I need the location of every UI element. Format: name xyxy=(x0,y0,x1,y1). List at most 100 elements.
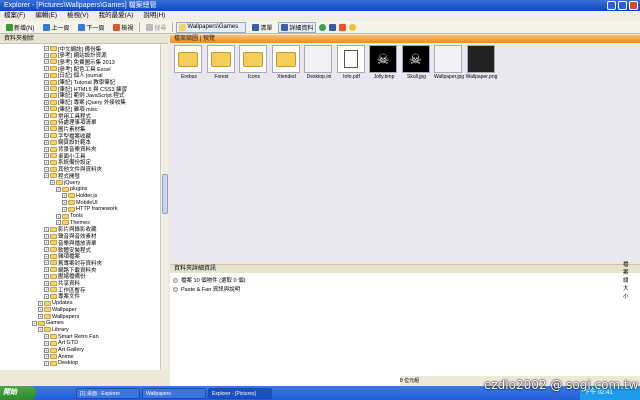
forward-button[interactable]: 下一頁 xyxy=(75,22,107,33)
thumbnail-image xyxy=(271,45,300,73)
menu-view[interactable]: 檢視(V) xyxy=(67,11,89,21)
expand-toggle-icon[interactable]: + xyxy=(44,347,49,353)
expand-toggle-icon[interactable]: + xyxy=(38,314,43,319)
folder-icon xyxy=(44,314,51,319)
expand-toggle-icon[interactable]: + xyxy=(44,340,49,346)
expand-toggle-icon[interactable]: + xyxy=(44,287,49,293)
expand-toggle-icon[interactable]: + xyxy=(44,267,49,273)
expand-toggle-icon[interactable]: + xyxy=(44,273,49,279)
expand-toggle-icon[interactable]: + xyxy=(44,113,49,118)
folder-tree[interactable]: + [中文網誌] 備份集 + [參考] 網站設計資源 + [參考] 免費圖示集 2013 +… xyxy=(0,44,160,370)
folder-icon xyxy=(44,307,51,313)
expand-toggle-icon[interactable]: + xyxy=(44,72,49,78)
expand-toggle-icon[interactable]: + xyxy=(62,193,67,199)
expand-toggle-icon[interactable]: + xyxy=(44,166,49,172)
facebook-icon[interactable] xyxy=(329,23,337,31)
folder-icon xyxy=(44,300,51,306)
expand-toggle-icon[interactable]: + xyxy=(62,200,67,206)
menu-edit[interactable]: 編輯(E) xyxy=(35,11,57,21)
tree-item-label: Library xyxy=(52,326,69,333)
expand-toggle-icon[interactable]: + xyxy=(44,126,49,132)
expand-toggle-icon[interactable]: + xyxy=(50,180,55,185)
search-button[interactable]: 搜尋 xyxy=(143,22,169,33)
expand-toggle-icon[interactable]: + xyxy=(44,133,49,139)
expand-toggle-icon[interactable]: + xyxy=(44,99,49,105)
new-button[interactable]: 新增(N) xyxy=(3,22,37,33)
expand-toggle-icon[interactable]: + xyxy=(44,86,49,92)
status-text: 8 位元組 xyxy=(400,378,420,384)
gear-icon[interactable] xyxy=(339,23,347,31)
thumbnail-item[interactable]: Icons xyxy=(239,45,269,83)
folder-icon xyxy=(50,280,57,286)
expand-toggle-icon[interactable]: + xyxy=(44,153,49,159)
smiley-icon[interactable] xyxy=(349,23,357,31)
thumbnail-image xyxy=(336,45,365,73)
close-button[interactable] xyxy=(629,1,638,10)
expand-toggle-icon[interactable]: + xyxy=(38,327,43,333)
expand-toggle-icon[interactable]: + xyxy=(44,159,49,165)
thumbnail-image xyxy=(239,45,267,73)
details-icon xyxy=(281,23,289,31)
expand-toggle-icon[interactable]: + xyxy=(44,59,49,65)
menu-help[interactable]: 說明(H) xyxy=(143,11,165,21)
expand-toggle-icon[interactable]: + xyxy=(56,213,61,219)
expand-toggle-icon[interactable]: + xyxy=(44,233,49,239)
menu-file[interactable]: 檔案(F) xyxy=(4,11,25,21)
tree-item[interactable]: + Desktop xyxy=(44,360,78,367)
expand-toggle-icon[interactable]: + xyxy=(44,119,49,125)
thumbnail-item[interactable]: ☠ Jolly.bmp xyxy=(369,45,399,83)
expand-toggle-icon[interactable]: + xyxy=(44,260,49,266)
folder-icon xyxy=(50,247,57,252)
expand-toggle-icon[interactable]: + xyxy=(62,206,67,212)
details-view-button[interactable]: 詳細資料 xyxy=(278,21,317,33)
expand-toggle-icon[interactable]: + xyxy=(44,240,49,246)
folder-icon xyxy=(50,226,57,232)
globe-icon[interactable] xyxy=(319,23,327,31)
back-button[interactable]: 上一頁 xyxy=(40,22,72,33)
thumbnail-item[interactable]: Info.pdf xyxy=(336,45,367,83)
expand-toggle-icon[interactable]: + xyxy=(44,46,49,51)
minimize-button[interactable] xyxy=(607,1,616,10)
expand-toggle-icon[interactable]: + xyxy=(44,280,49,286)
bullet-icon xyxy=(173,286,178,292)
taskbar-item[interactable]: Explorer - [Pictures] xyxy=(208,387,272,399)
scroll-thumb[interactable] xyxy=(162,174,168,214)
taskbar-item[interactable]: Wallpapers xyxy=(142,387,206,399)
thumbnail-item[interactable]: Xtended xyxy=(271,45,302,83)
expand-toggle-icon[interactable]: + xyxy=(44,52,49,58)
expand-toggle-icon[interactable]: + xyxy=(44,360,49,366)
expand-toggle-icon[interactable]: + xyxy=(44,139,49,145)
expand-toggle-icon[interactable]: + xyxy=(44,293,49,299)
expand-toggle-icon[interactable]: + xyxy=(44,106,49,112)
taskbar-item[interactable]: [1] 桌面 - Explorer xyxy=(76,387,140,399)
thumbnail-item[interactable]: Wallpaper.png xyxy=(466,45,497,83)
expand-toggle-icon[interactable]: + xyxy=(38,307,43,313)
expand-toggle-icon[interactable]: + xyxy=(44,334,49,340)
expand-toggle-icon[interactable]: + xyxy=(56,186,61,192)
thumbnail-item[interactable]: Erebus xyxy=(174,45,204,83)
expand-toggle-icon[interactable]: + xyxy=(44,247,49,252)
expand-toggle-icon[interactable]: + xyxy=(44,173,49,179)
views-button[interactable]: 檢視 xyxy=(110,22,136,33)
list-view-button[interactable]: 清單 xyxy=(249,22,275,33)
menu-favorites[interactable]: 我的最愛(A) xyxy=(99,11,134,21)
expand-toggle-icon[interactable]: + xyxy=(44,253,49,259)
expand-toggle-icon[interactable]: + xyxy=(44,354,49,360)
folder-tree-scrollbar[interactable] xyxy=(160,44,168,370)
expand-toggle-icon[interactable]: + xyxy=(44,92,49,98)
thumbnail-item[interactable]: ☠ Skull.jpg xyxy=(401,45,432,83)
thumbnail-item[interactable]: Desktop.ini xyxy=(304,45,334,83)
thumbnail-item[interactable]: Wallpaper.jpg xyxy=(434,45,464,83)
expand-toggle-icon[interactable]: + xyxy=(44,79,49,85)
start-button[interactable]: 開始 xyxy=(0,386,36,400)
thumbnail-item[interactable]: Forest xyxy=(206,45,237,83)
expand-toggle-icon[interactable]: + xyxy=(44,226,49,232)
tree-item-label: Art Gallery xyxy=(58,347,84,353)
address-box[interactable]: Wallpapers\Games xyxy=(176,21,247,33)
expand-toggle-icon[interactable]: + xyxy=(44,146,49,152)
maximize-button[interactable] xyxy=(618,1,627,10)
expand-toggle-icon[interactable]: + xyxy=(38,300,43,306)
expand-toggle-icon[interactable]: + xyxy=(44,66,49,72)
folder-icon xyxy=(50,267,57,273)
expand-toggle-icon[interactable]: + xyxy=(32,320,37,326)
